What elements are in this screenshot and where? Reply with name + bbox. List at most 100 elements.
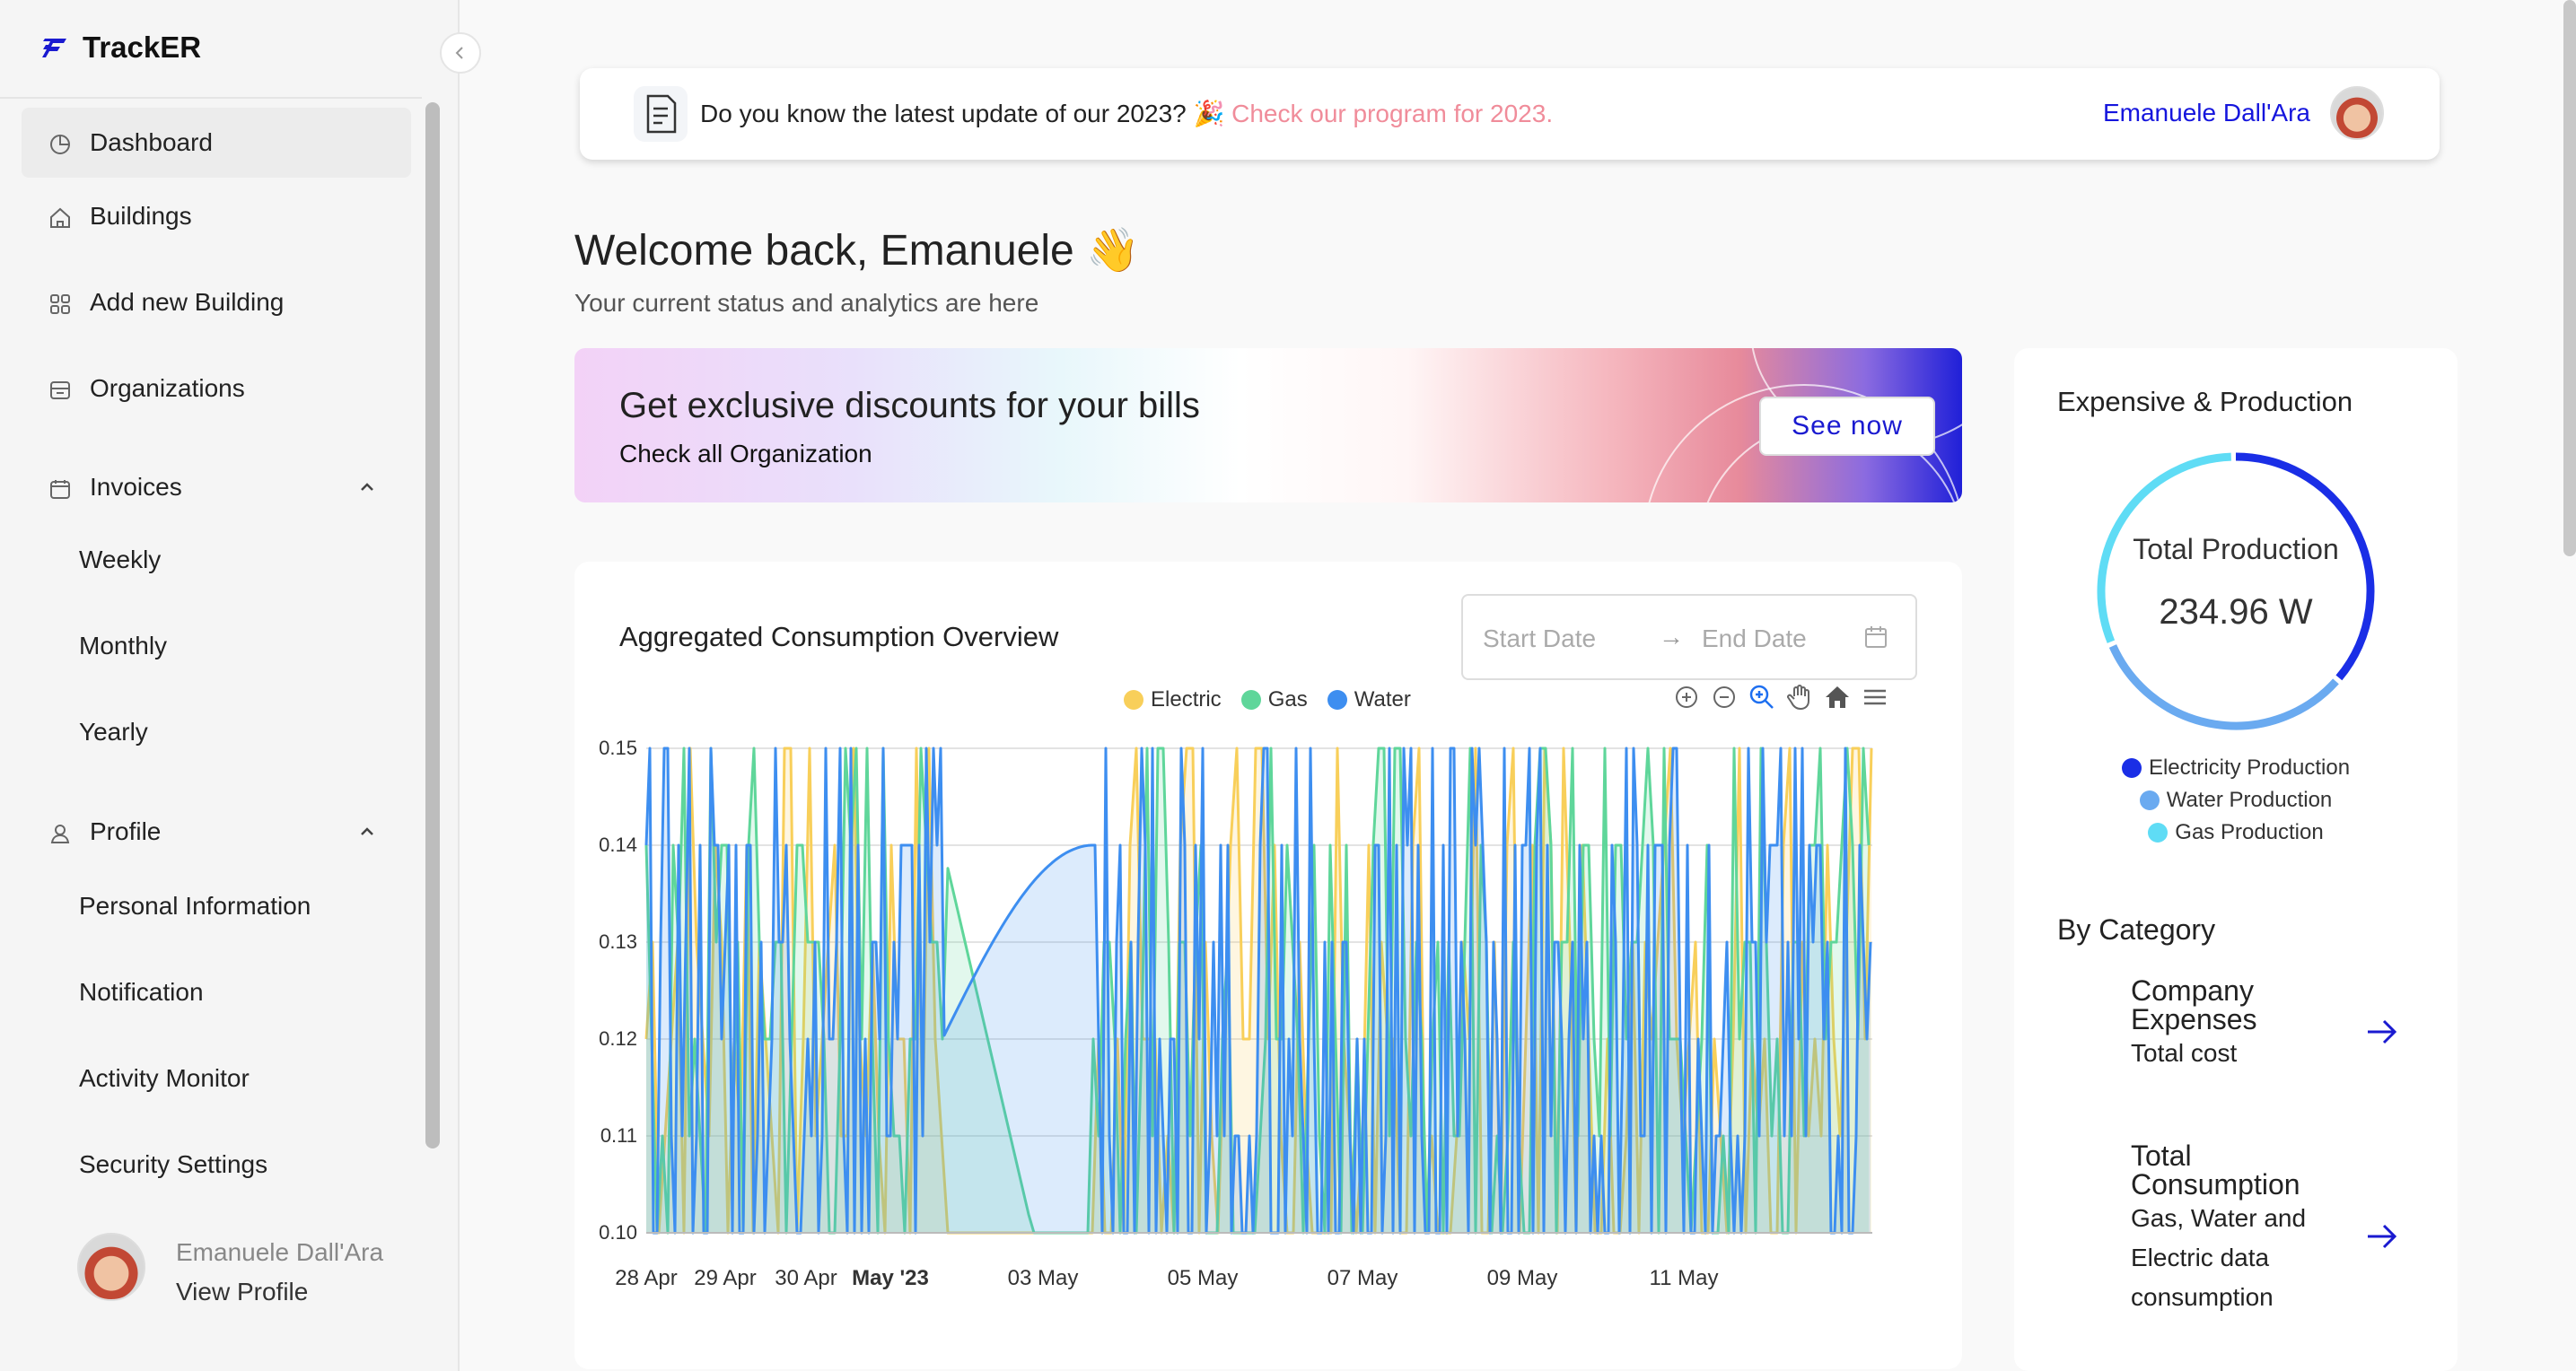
welcome-subtitle: Your current status and analytics are he…: [574, 289, 1039, 317]
see-now-button[interactable]: See now: [1759, 397, 1935, 456]
chevron-up-icon[interactable]: [357, 822, 377, 842]
page-scrollbar[interactable]: [2563, 0, 2576, 556]
sidebar-item-buildings[interactable]: Buildings: [22, 181, 411, 251]
y-tick-label: 0.14: [599, 834, 637, 856]
sidebar-item-label: Add new Building: [90, 288, 285, 316]
calendar-icon: [1865, 626, 1887, 648]
sidebar-subitem-personal-information[interactable]: Personal Information: [79, 892, 311, 921]
chart-title: Aggregated Consumption Overview: [619, 621, 1059, 652]
y-tick-label: 0.13: [599, 930, 637, 953]
consumption-chart[interactable]: 0.15 0.14 0.13 0.12 0.11 0.10 28 Apr 29 Apr 30 A…: [574, 723, 1962, 1351]
sidebar-divider: [0, 97, 422, 99]
trackER-logo-icon: [42, 39, 66, 57]
x-tick-label: 30 Apr: [775, 1266, 837, 1290]
announcement-message: Do you know the latest update of our 202…: [700, 100, 1232, 127]
y-tick-label: 0.12: [599, 1027, 637, 1050]
sidebar-item-label: Buildings: [90, 202, 192, 230]
legend-item-electricity-production[interactable]: Electricity Production: [2014, 755, 2458, 781]
legend-label: Gas: [1267, 687, 1308, 712]
zoom-in-icon[interactable]: [1673, 684, 1700, 711]
announcement-link[interactable]: Check our program for 2023.: [1231, 100, 1553, 127]
calendar-icon: [50, 480, 70, 499]
production-title: Expensive & Production: [2057, 386, 2353, 417]
banner-subtitle: Check all Organization: [619, 440, 872, 467]
y-tick-label: 0.10: [599, 1221, 637, 1244]
legend-label: Electric: [1151, 687, 1222, 712]
discount-banner: Get exclusive discounts for your bills C…: [574, 348, 1962, 502]
legend-dot: [2148, 823, 2169, 843]
sidebar-item-label: Invoices: [90, 473, 182, 501]
legend-item-water-production[interactable]: Water Production: [2014, 788, 2458, 813]
sidebar-item-add-building[interactable]: Add new Building: [22, 267, 411, 337]
legend-item-gas[interactable]: Gas: [1240, 687, 1308, 712]
arrow-right-icon[interactable]: [2364, 1218, 2400, 1254]
sidebar-user[interactable]: Emanuele Dall'Ara View Profile: [77, 1233, 383, 1312]
topbar-user[interactable]: Emanuele Dall'Ara: [2103, 86, 2384, 140]
sidebar-subitem-security-settings[interactable]: Security Settings: [79, 1150, 267, 1179]
legend-dot: [2139, 790, 2160, 810]
sidebar-scrollbar[interactable]: [425, 102, 440, 1148]
avatar[interactable]: [2330, 86, 2384, 140]
legend-item-water[interactable]: Water: [1327, 687, 1411, 712]
legend-dot: [2121, 758, 2142, 778]
category-title: Company Expenses: [2131, 974, 2257, 1035]
sidebar-subitem-yearly[interactable]: Yearly: [79, 718, 148, 747]
sidebar-subitem-notification[interactable]: Notification: [79, 978, 204, 1007]
consumption-card: Aggregated Consumption Overview Start Da…: [574, 562, 1962, 1369]
welcome-title: Welcome back, Emanuele 👋: [574, 227, 1140, 275]
x-tick-label: 05 May: [1168, 1266, 1239, 1290]
sidebar-item-label: Organizations: [90, 374, 245, 402]
y-tick-label: 0.15: [599, 737, 637, 759]
by-category-title: By Category: [2057, 913, 2216, 946]
sidebar-item-profile[interactable]: Profile: [22, 797, 411, 867]
pie-chart-icon: [50, 135, 70, 154]
announcement-text: Do you know the latest update of our 202…: [700, 99, 1553, 128]
app-logo[interactable]: TrackER: [41, 31, 201, 65]
category-total-consumption: Total Consumption Gas, Water and Electri…: [2131, 1141, 2364, 1317]
x-tick-label: 11 May: [1650, 1266, 1719, 1290]
sidebar-user-name: Emanuele Dall'Ara: [176, 1238, 384, 1266]
x-tick-label: 28 Apr: [615, 1266, 677, 1290]
view-profile-link[interactable]: View Profile: [176, 1272, 383, 1312]
start-date-input[interactable]: Start Date: [1483, 624, 1596, 653]
donut-segment-electricity[interactable]: [2235, 452, 2375, 681]
legend-label: Water Production: [2166, 788, 2333, 812]
sidebar-subitem-weekly[interactable]: Weekly: [79, 546, 161, 574]
legend-item-gas-production[interactable]: Gas Production: [2014, 820, 2458, 845]
avatar: [77, 1233, 145, 1301]
end-date-input[interactable]: End Date: [1702, 624, 1807, 653]
main-content: Do you know the latest update of our 202…: [460, 0, 2576, 1371]
production-donut-chart[interactable]: [2082, 438, 2389, 745]
chart-legend: Electric Gas Water: [1124, 687, 1411, 712]
reset-home-icon[interactable]: [1824, 684, 1851, 711]
chevron-left-icon: [455, 47, 463, 59]
legend-dot: [1124, 690, 1143, 710]
topbar-user-name[interactable]: Emanuele Dall'Ara: [2103, 99, 2310, 127]
home-icon: [50, 207, 70, 228]
zoom-out-icon[interactable]: [1711, 684, 1738, 711]
collapse-sidebar-button[interactable]: [440, 32, 481, 74]
y-tick-label: 0.11: [600, 1124, 637, 1147]
menu-icon[interactable]: [1862, 684, 1888, 711]
sidebar-item-invoices[interactable]: Invoices: [22, 452, 411, 522]
legend-item-electric[interactable]: Electric: [1124, 687, 1222, 712]
zoom-select-icon[interactable]: [1748, 684, 1775, 711]
donut-segment-water[interactable]: [2108, 644, 2339, 730]
sidebar-item-organizations[interactable]: Organizations: [22, 354, 411, 424]
arrow-right-icon[interactable]: [2364, 1014, 2400, 1050]
legend-dot: [1327, 690, 1347, 710]
sidebar-item-dashboard[interactable]: Dashboard: [22, 108, 411, 178]
sidebar-subitem-monthly[interactable]: Monthly: [79, 632, 167, 660]
store-icon: [50, 381, 70, 399]
app-name: TrackER: [83, 31, 202, 64]
category-title: Total Consumption: [2131, 1140, 2300, 1201]
date-range-picker[interactable]: Start Date → End Date: [1461, 594, 1917, 680]
pan-icon[interactable]: [1786, 684, 1813, 711]
legend-label: Water: [1354, 687, 1411, 712]
category-subtitle: Gas, Water and Electric data consumption: [2131, 1204, 2307, 1311]
sidebar: TrackER Dashboard Buildings Add new Buil…: [0, 0, 460, 1371]
sidebar-subitem-activity-monitor[interactable]: Activity Monitor: [79, 1064, 250, 1093]
top-bar: Do you know the latest update of our 202…: [580, 68, 2440, 160]
chevron-up-icon[interactable]: [357, 477, 377, 497]
arrow-right-icon: →: [1659, 623, 1684, 651]
